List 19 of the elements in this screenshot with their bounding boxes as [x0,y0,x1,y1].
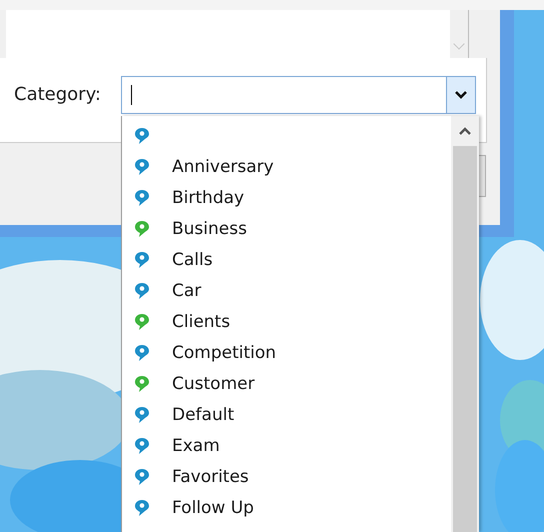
list-item[interactable]: Follow Up [122,492,451,523]
list-item[interactable]: Car [122,275,451,306]
scrollbar-thumb[interactable] [453,146,477,532]
list-item[interactable]: Favorites [122,461,451,492]
chevron-down-icon [455,91,467,99]
list-item[interactable]: Business [122,213,451,244]
category-label: Category: [14,84,101,105]
list-item[interactable]: Default [122,399,451,430]
list-item[interactable]: Clients [122,306,451,337]
list-item[interactable]: Customer [122,368,451,399]
dropdown-button[interactable] [446,77,475,113]
chevron-up-icon[interactable] [459,127,471,135]
text-cursor [131,85,132,105]
list-item[interactable]: Anniversary [122,151,451,182]
list-item[interactable]: Exam [122,430,451,461]
scrollbar[interactable] [451,116,479,532]
list-item[interactable]: Calls [122,244,451,275]
list-item[interactable]: Birthday [122,182,451,213]
list-item[interactable]: Competition [122,337,451,368]
